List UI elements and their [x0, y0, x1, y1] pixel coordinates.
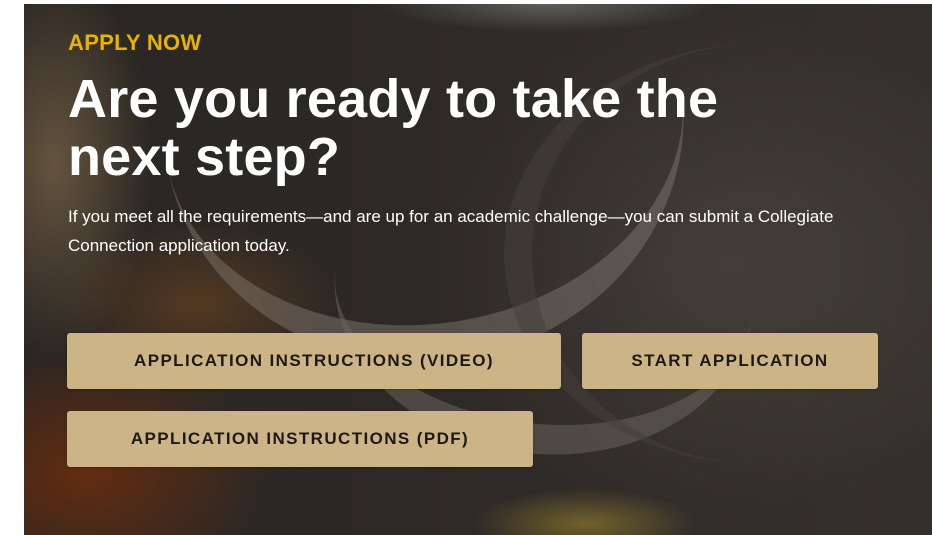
start-application-button[interactable]: START APPLICATION	[582, 333, 878, 389]
hero-headline: Are you ready to take the next step?	[68, 69, 719, 187]
hero-description: If you meet all the requirements—and are…	[68, 207, 834, 255]
eyebrow-label: APPLY NOW	[68, 30, 202, 55]
hero-content: APPLY NOW Are you ready to take the next…	[68, 30, 888, 260]
apply-now-hero: APPLY NOW Are you ready to take the next…	[24, 4, 932, 535]
application-instructions-pdf-button[interactable]: APPLICATION INSTRUCTIONS (PDF)	[67, 411, 533, 467]
application-instructions-video-button[interactable]: APPLICATION INSTRUCTIONS (VIDEO)	[67, 333, 561, 389]
